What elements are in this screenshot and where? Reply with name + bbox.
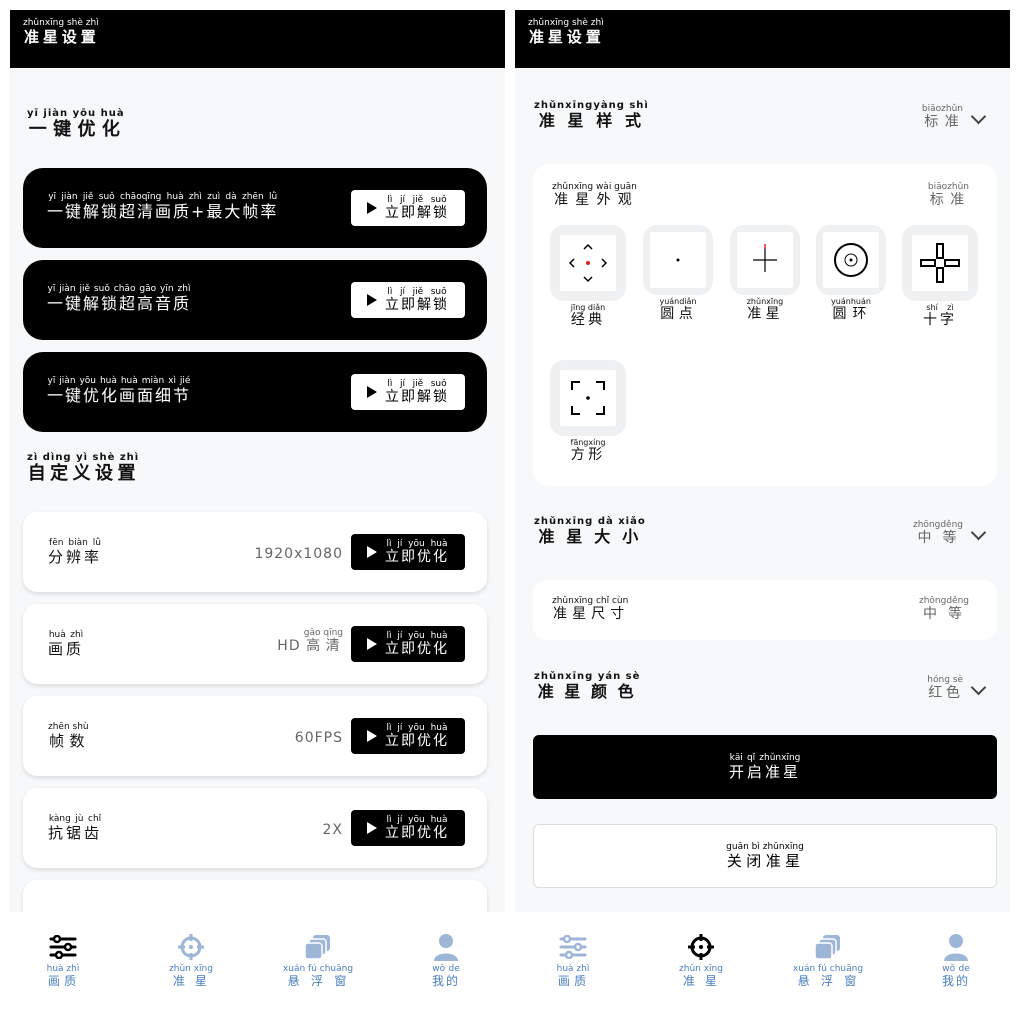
crosshair-screen: 准星设置zhǔnxīng shè zhì 准星样式zhǔnxīngyàng sh… bbox=[515, 10, 1010, 1010]
setting-label: 抗锯齿kàng jù chǐ bbox=[48, 814, 103, 842]
crosshair-icon bbox=[661, 932, 741, 962]
play-icon bbox=[367, 822, 377, 834]
windows-icon bbox=[278, 932, 358, 962]
size-label: 准星尺寸zhǔnxīng chǐ cùn bbox=[552, 596, 629, 622]
quick-card-label: 一键优化画面细节yī jiàn yōu huà huà miàn xì jié bbox=[47, 376, 192, 405]
setting-label: 分辨率fēn biàn lǜ bbox=[48, 538, 103, 566]
play-icon bbox=[367, 730, 377, 742]
optimize-button[interactable]: 立即优化lì jí yōu huà bbox=[351, 718, 465, 754]
crosshair-color-heading: 准星颜色zhǔnxīng yán sè bbox=[534, 671, 641, 701]
dot-crosshair-icon bbox=[650, 232, 706, 288]
quick-card-audio[interactable]: 一键解锁超高音质yī jiàn jiě suǒ chāo gāo yīn zhì… bbox=[23, 260, 487, 340]
unlock-button[interactable]: 立即解锁lì jí jiě suǒ bbox=[351, 282, 465, 318]
chevron-down-icon bbox=[970, 108, 987, 125]
disable-crosshair-button[interactable]: 关闭准星guān bì zhǔnxīng bbox=[533, 824, 997, 888]
setting-row-resolution[interactable]: 分辨率fēn biàn lǜ 1920x1080 立即优化lì jí yōu h… bbox=[23, 512, 487, 592]
appearance-label: 准星外观zhǔnxīng wài guān bbox=[552, 182, 637, 208]
play-icon bbox=[367, 638, 377, 650]
chevron-down-icon bbox=[970, 524, 987, 541]
crosshair-style-heading: 准星样式zhǔnxīngyàng shì bbox=[534, 100, 649, 130]
color-select[interactable]: 红色hóng sè bbox=[927, 675, 987, 702]
crosshair-icon bbox=[151, 932, 231, 962]
appearance-value: 标准biāozhǔn bbox=[927, 182, 969, 208]
style-tile-dot[interactable]: 圆点yuándiǎn bbox=[643, 225, 713, 323]
setting-value[interactable]: 2X bbox=[323, 822, 344, 838]
person-icon bbox=[406, 932, 486, 962]
quick-card-label: 一键解锁超清画质+最大帧率yī jiàn jiě suǒ chāoqīng hu… bbox=[47, 192, 279, 221]
style-tile-cross[interactable]: 准星zhǔnxīng bbox=[730, 225, 800, 323]
sliders-icon bbox=[533, 932, 613, 962]
nav-item-quality[interactable]: 画质huà zhì bbox=[533, 932, 613, 989]
quality-screen: 准星设置zhǔnxīng shè zhì 一键优化yī jiàn yōu huà… bbox=[10, 10, 505, 1010]
setting-label: 画质huà zhì bbox=[48, 630, 85, 658]
size-row[interactable]: 准星尺寸zhǔnxīng chǐ cùn 中等zhōngděng bbox=[533, 580, 997, 640]
windows-icon bbox=[788, 932, 868, 962]
quick-optimize-heading: 一键优化yī jiàn yōu huà bbox=[27, 108, 125, 140]
play-icon bbox=[367, 386, 377, 398]
unlock-button[interactable]: 立即解锁lì jí jiě suǒ bbox=[351, 374, 465, 410]
size-select[interactable]: 中等zhōngděng bbox=[913, 520, 987, 547]
square-crosshair-icon bbox=[560, 370, 616, 426]
app-bar: 准星设置zhǔnxīng shè zhì bbox=[10, 10, 505, 68]
sliders-icon bbox=[23, 932, 103, 962]
crosshair-size-heading: 准星大小zhǔnxīng dà xiǎo bbox=[534, 516, 646, 546]
quick-card-ultra-quality[interactable]: 一键解锁超清画质+最大帧率yī jiàn jiě suǒ chāoqīng hu… bbox=[23, 168, 487, 248]
bottom-nav: 画质huà zhì 准星zhǔn xīng 悬浮窗xuán fú chuāng … bbox=[10, 912, 505, 1010]
play-icon bbox=[367, 546, 377, 558]
nav-item-profile[interactable]: 我的wǒ de bbox=[406, 932, 486, 989]
setting-value[interactable]: 1920x1080 bbox=[254, 546, 343, 562]
unlock-button[interactable]: 立即解锁lì jí jiě suǒ bbox=[351, 190, 465, 226]
cross-crosshair-icon bbox=[737, 232, 793, 288]
style-tile-thick-cross[interactable]: 十字shí zì bbox=[902, 225, 978, 329]
bottom-nav: 画质huà zhì 准星zhǔn xīng 悬浮窗xuán fú chuāng … bbox=[515, 912, 1010, 1010]
custom-settings-heading: 自定义设置zì dìng yì shè zhì bbox=[27, 452, 140, 484]
quick-card-detail[interactable]: 一键优化画面细节yī jiàn yōu huà huà miàn xì jié … bbox=[23, 352, 487, 432]
ring-crosshair-icon bbox=[823, 232, 879, 288]
nav-item-float-window[interactable]: 悬浮窗xuán fú chuāng bbox=[278, 932, 358, 989]
size-value: 中等zhōngděng bbox=[918, 596, 969, 622]
optimize-button[interactable]: 立即优化lì jí yōu huà bbox=[351, 810, 465, 846]
page-title: 准星设置zhǔnxīng shè zhì bbox=[23, 18, 99, 46]
setting-label: 帧数zhēn shù bbox=[48, 722, 89, 750]
person-icon bbox=[916, 932, 996, 962]
chevron-down-icon bbox=[970, 679, 987, 696]
enable-crosshair-button[interactable]: 开启准星kāi qǐ zhǔnxīng bbox=[533, 735, 997, 799]
nav-item-crosshair[interactable]: 准星zhǔn xīng bbox=[661, 932, 741, 989]
setting-value[interactable]: 60FPS bbox=[295, 730, 343, 746]
thick-cross-icon bbox=[912, 235, 968, 291]
nav-item-float-window[interactable]: 悬浮窗xuán fú chuāng bbox=[788, 932, 868, 989]
setting-row-quality[interactable]: 画质huà zhì HD 高清gāo qīng 立即优化lì jí yōu hu… bbox=[23, 604, 487, 684]
optimize-button[interactable]: 立即优化lì jí yōu huà bbox=[351, 534, 465, 570]
nav-item-profile[interactable]: 我的wǒ de bbox=[916, 932, 996, 989]
app-bar: 准星设置zhǔnxīng shè zhì bbox=[515, 10, 1010, 68]
nav-item-quality[interactable]: 画质huà zhì bbox=[23, 932, 103, 989]
setting-value[interactable]: HD 高清gāo qīng bbox=[277, 628, 343, 655]
style-panel: 准星外观zhǔnxīng wài guān 标准biāozhǔn 经典jīng … bbox=[533, 164, 997, 486]
style-tile-ring[interactable]: 圆环yuánhuán bbox=[816, 225, 886, 323]
setting-row-framerate[interactable]: 帧数zhēn shù 60FPS 立即优化lì jí yōu huà bbox=[23, 696, 487, 776]
style-tile-square[interactable]: 方形fāngxíng bbox=[550, 360, 626, 464]
style-tile-classic[interactable]: 经典jīng diǎn bbox=[550, 225, 626, 329]
style-select[interactable]: 标准biāozhǔn bbox=[922, 104, 987, 131]
play-icon bbox=[367, 294, 377, 306]
optimize-button[interactable]: 立即优化lì jí yōu huà bbox=[351, 626, 465, 662]
classic-crosshair-icon bbox=[560, 235, 616, 291]
page-title: 准星设置zhǔnxīng shè zhì bbox=[528, 18, 604, 46]
nav-item-crosshair[interactable]: 准星zhǔn xīng bbox=[151, 932, 231, 989]
play-icon bbox=[367, 202, 377, 214]
setting-row-antialias[interactable]: 抗锯齿kàng jù chǐ 2X 立即优化lì jí yōu huà bbox=[23, 788, 487, 868]
quick-card-label: 一键解锁超高音质yī jiàn jiě suǒ chāo gāo yīn zhì bbox=[47, 284, 192, 313]
